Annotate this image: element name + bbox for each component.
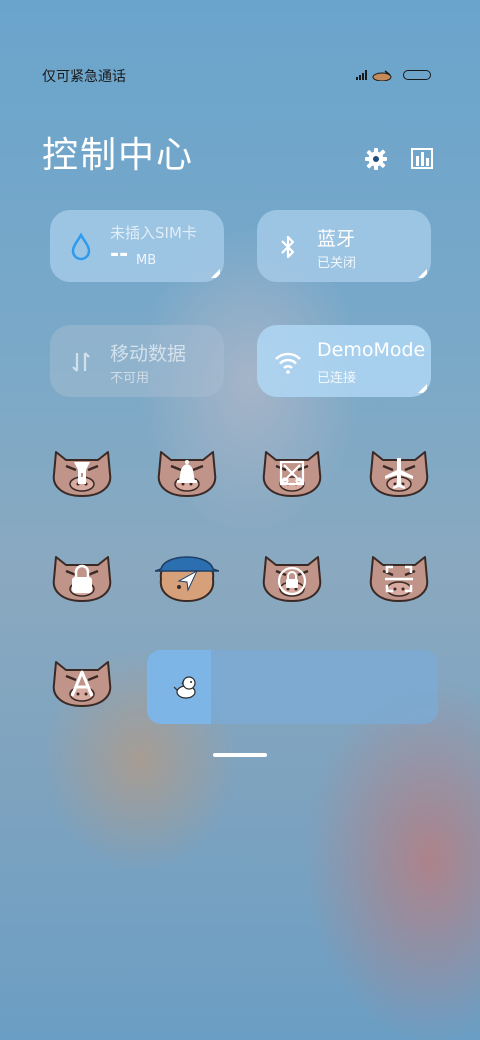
status-carrier: 仅可紧急通话 xyxy=(42,69,126,85)
gear-icon[interactable] xyxy=(363,146,389,172)
crayon-mascot-icon xyxy=(372,70,392,81)
data-arrows-icon xyxy=(72,352,90,372)
bluetooth-tile-status: 已关闭 xyxy=(317,256,357,271)
sim-tile-unit: MB xyxy=(136,253,157,268)
expand-corner-icon xyxy=(418,384,427,393)
wifi-icon xyxy=(275,352,301,374)
wifi-tile-title: DemoMode xyxy=(317,339,426,361)
lock-screen-toggle[interactable] xyxy=(50,551,114,603)
wifi-tile[interactable]: DemoMode 已连接 xyxy=(257,325,431,397)
dog-brightness-icon xyxy=(173,676,196,699)
water-drop-icon xyxy=(71,232,91,261)
bluetooth-tile-title: 蓝牙 xyxy=(317,228,356,250)
location-toggle[interactable] xyxy=(155,551,219,603)
mobile-data-tile[interactable]: 移动数据 不可用 xyxy=(50,325,224,397)
auto-brightness-toggle[interactable] xyxy=(50,656,114,708)
battery-icon xyxy=(403,70,431,80)
mobile-data-tile-status: 不可用 xyxy=(110,371,150,386)
airplane-toggle[interactable] xyxy=(367,446,431,498)
flashlight-toggle[interactable] xyxy=(50,446,114,498)
bar-chart-icon[interactable] xyxy=(410,146,436,172)
rotation-lock-toggle[interactable] xyxy=(260,551,324,603)
brightness-slider[interactable] xyxy=(147,650,438,724)
signal-icon xyxy=(356,70,367,80)
expand-corner-icon xyxy=(211,269,220,278)
bluetooth-icon xyxy=(281,235,295,259)
sim-tile-value: -- xyxy=(110,242,129,267)
screenshot-toggle[interactable] xyxy=(260,446,324,498)
home-indicator[interactable] xyxy=(213,753,267,757)
wifi-tile-status: 已连接 xyxy=(317,371,357,386)
expand-corner-icon xyxy=(418,269,427,278)
status-icons xyxy=(356,68,436,82)
scanner-toggle[interactable] xyxy=(367,551,431,603)
sim-data-tile[interactable]: 未插入SIM卡 -- MB xyxy=(50,210,224,282)
page-title: 控制中心 xyxy=(42,135,195,176)
bluetooth-tile[interactable]: 蓝牙 已关闭 xyxy=(257,210,431,282)
mobile-data-tile-title: 移动数据 xyxy=(110,343,187,365)
sim-tile-title: 未插入SIM卡 xyxy=(110,224,197,242)
sound-toggle[interactable] xyxy=(155,446,219,498)
